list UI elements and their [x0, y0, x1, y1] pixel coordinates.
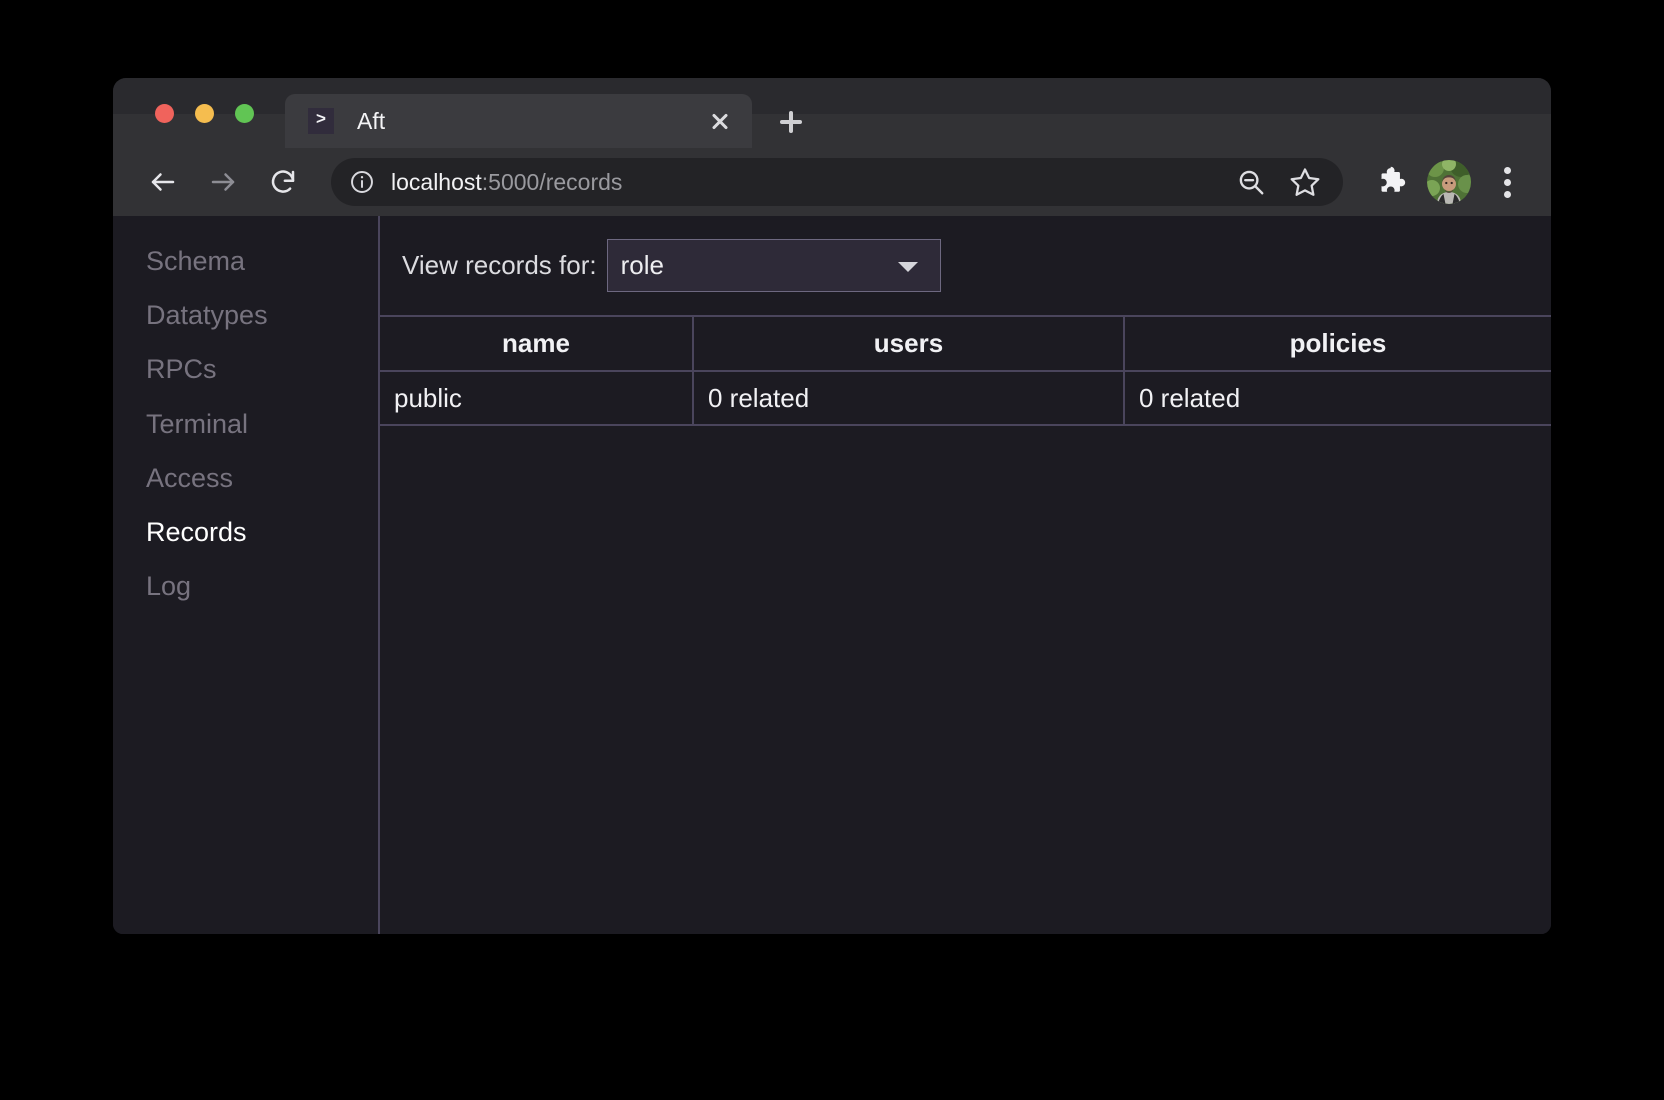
column-header-users[interactable]: users [693, 317, 1125, 372]
minimize-window-button[interactable] [195, 104, 214, 123]
forward-arrow-icon[interactable] [199, 158, 247, 206]
sidebar-item-log[interactable]: Log [113, 559, 378, 613]
menu-dot [1503, 190, 1511, 198]
cell-users[interactable]: 0 related [693, 371, 1125, 426]
url-host: localhost [391, 168, 482, 195]
records-filter-bar: View records for: role [380, 216, 1551, 317]
browser-tab-aft[interactable]: > Aft [285, 94, 752, 148]
cell-name[interactable]: public [380, 371, 694, 426]
sidebar-item-datatypes[interactable]: Datatypes [113, 288, 378, 342]
url-text: localhost:5000/records [391, 169, 1227, 196]
url-path: :5000/records [481, 168, 623, 195]
record-type-select[interactable]: role [606, 239, 941, 292]
back-arrow-icon[interactable] [139, 158, 187, 206]
column-header-policies[interactable]: policies [1124, 317, 1551, 372]
page-body: Schema Datatypes RPCs Terminal Access Re… [113, 216, 1551, 934]
column-header-name[interactable]: name [380, 317, 694, 372]
site-info-icon[interactable] [349, 169, 375, 195]
records-table: name users policies public 0 related 0 r… [380, 317, 1551, 426]
avatar[interactable] [1427, 160, 1471, 204]
address-bar[interactable]: localhost:5000/records [331, 158, 1343, 206]
sidebar-item-terminal[interactable]: Terminal [113, 397, 378, 451]
record-type-select-value: role [620, 250, 664, 280]
empty-table-space [380, 426, 1551, 934]
table-header-row: name users policies [380, 317, 1551, 372]
menu-dot [1503, 178, 1511, 186]
cell-policies[interactable]: 0 related [1124, 371, 1551, 426]
sidebar-item-access[interactable]: Access [113, 451, 378, 505]
chevron-down-icon [897, 261, 918, 272]
navigation-toolbar: localhost:5000/records [113, 148, 1551, 216]
table-row[interactable]: public 0 related 0 related [380, 371, 1551, 426]
close-icon[interactable] [700, 101, 740, 141]
new-tab-icon[interactable] [773, 104, 809, 140]
tab-title: Aft [357, 107, 386, 134]
zoom-out-icon[interactable] [1227, 158, 1275, 206]
reload-icon[interactable] [259, 158, 307, 206]
maximize-window-button[interactable] [235, 104, 254, 123]
extensions-puzzle-icon[interactable] [1369, 158, 1417, 206]
kebab-menu-icon[interactable] [1483, 166, 1531, 198]
tab-strip: > Aft [113, 78, 1551, 148]
star-bookmark-icon[interactable] [1281, 158, 1329, 206]
menu-dot [1503, 166, 1511, 174]
browser-window: > Aft localhost:5000/records Schema Data… [113, 78, 1551, 934]
terminal-prompt-icon: > [308, 108, 334, 134]
records-content-area: View records for: role name users polici… [380, 216, 1551, 934]
records-filter-label: View records for: [402, 250, 597, 280]
window-traffic-lights [155, 104, 254, 123]
close-window-button[interactable] [155, 104, 174, 123]
sidebar: Schema Datatypes RPCs Terminal Access Re… [113, 216, 380, 934]
sidebar-item-records[interactable]: Records [113, 505, 378, 559]
sidebar-item-rpcs[interactable]: RPCs [113, 342, 378, 396]
sidebar-item-schema[interactable]: Schema [113, 234, 378, 288]
